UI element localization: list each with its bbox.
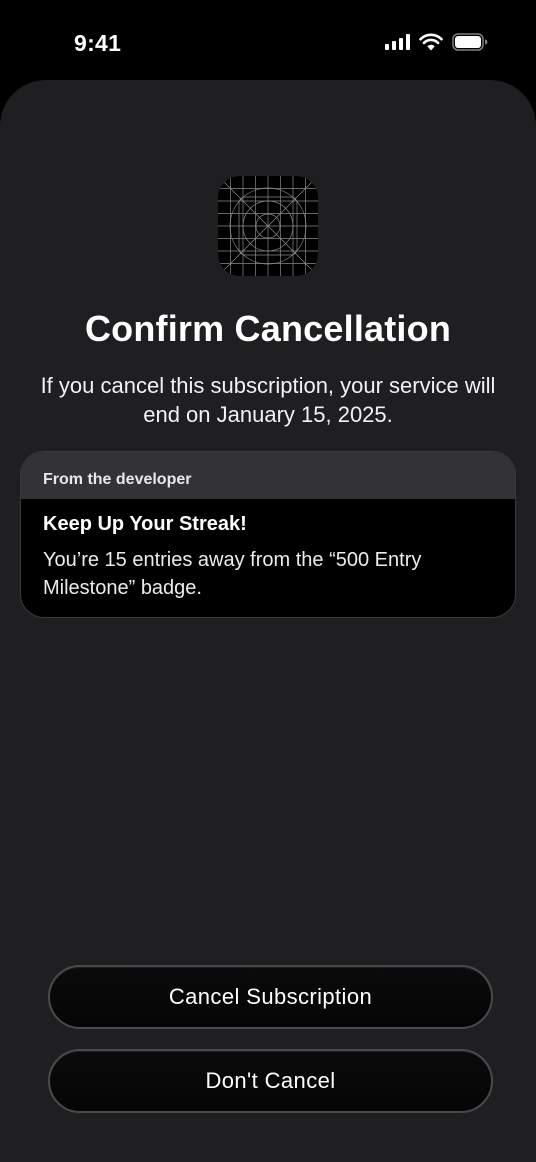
wifi-icon	[419, 33, 443, 51]
developer-card-header: From the developer	[21, 452, 515, 499]
cancellation-notice: If you cancel this subscription, your se…	[40, 373, 496, 427]
app-icon	[218, 176, 318, 276]
developer-card-body: Keep Up Your Streak! You’re 15 entries a…	[21, 499, 515, 602]
battery-icon	[452, 33, 488, 51]
app-icon-grid	[218, 176, 318, 276]
developer-card-text: You’re 15 entries away from the “500 Ent…	[43, 549, 422, 599]
page-title: Confirm Cancellation	[84, 308, 452, 349]
status-icons	[385, 33, 488, 51]
signal-icon	[385, 34, 410, 50]
developer-message-card: From the developer Keep Up Your Streak! …	[20, 451, 516, 618]
developer-card-title: Keep Up Your Streak!	[43, 513, 247, 535]
status-time: 9:41	[74, 30, 122, 56]
cancel-subscription-button[interactable]: Cancel Subscription	[48, 965, 493, 1029]
dont-cancel-button[interactable]: Don't Cancel	[48, 1049, 493, 1113]
confirmation-sheet: Confirm Cancellation If you cancel this …	[0, 80, 536, 1162]
status-bar: 9:41	[0, 0, 536, 80]
screen: 9:41 Confirm Cancellation If you cancel …	[0, 0, 536, 1162]
